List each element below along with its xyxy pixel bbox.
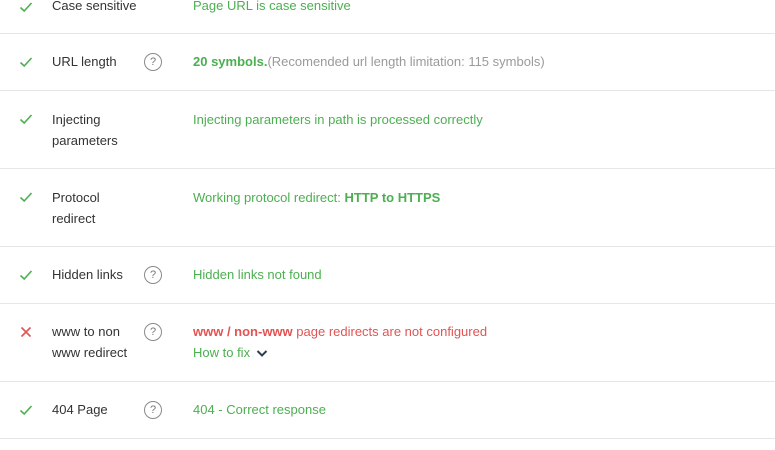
check-name: Hidden links bbox=[52, 267, 123, 282]
check-name-line: redirect bbox=[52, 211, 96, 226]
check-result: Hidden links not found bbox=[193, 267, 322, 282]
chevron-down-icon bbox=[256, 343, 268, 364]
check-name-line: Protocol bbox=[52, 190, 100, 205]
check-row-case-sensitive: Case sensitive Page URL is case sensitiv… bbox=[0, 0, 775, 34]
result-rest: page redirects are not configured bbox=[292, 324, 488, 339]
check-result: www / non-www page redirects are not con… bbox=[193, 321, 753, 364]
check-row-url-length: URL length ? 20 symbols.(Recomended url … bbox=[0, 34, 775, 91]
check-name-line: parameters bbox=[52, 133, 118, 148]
check-result: Working protocol redirect: HTTP to HTTPS bbox=[193, 187, 753, 208]
check-name: Injecting parameters bbox=[52, 109, 142, 151]
check-row-injecting-parameters: Injecting parameters Injecting parameter… bbox=[0, 91, 775, 169]
check-row-hidden-links: Hidden links ? Hidden links not found bbox=[0, 247, 775, 304]
check-name-line: www redirect bbox=[52, 345, 128, 360]
check-result: Page URL is case sensitive bbox=[193, 0, 351, 13]
check-row-www-redirect: www to non www redirect ? www / non-www … bbox=[0, 304, 775, 382]
check-icon bbox=[19, 55, 33, 69]
check-name: 404 Page bbox=[52, 402, 108, 417]
check-name: www to non www redirect bbox=[52, 321, 142, 363]
check-icon bbox=[19, 0, 33, 14]
check-name: Protocol redirect bbox=[52, 187, 142, 229]
how-to-fix-label: How to fix bbox=[193, 345, 251, 360]
check-icon bbox=[19, 112, 33, 126]
check-icon bbox=[19, 403, 33, 417]
result-message: www / non-www page redirects are not con… bbox=[193, 321, 753, 342]
result-value: HTTP to HTTPS bbox=[344, 190, 441, 205]
check-result: 20 symbols.(Recomended url length limita… bbox=[193, 51, 753, 72]
how-to-fix-link[interactable]: How to fix bbox=[193, 342, 753, 364]
help-icon[interactable]: ? bbox=[144, 53, 162, 71]
check-name: URL length bbox=[52, 54, 117, 69]
help-icon[interactable]: ? bbox=[144, 266, 162, 284]
check-name: Case sensitive bbox=[52, 0, 137, 13]
help-icon[interactable]: ? bbox=[144, 401, 162, 419]
check-result: Injecting parameters in path is processe… bbox=[193, 112, 483, 127]
check-name-line: Injecting bbox=[52, 112, 101, 127]
check-row-protocol-redirect: Protocol redirect Working protocol redir… bbox=[0, 169, 775, 247]
check-icon bbox=[19, 190, 33, 204]
check-name-line: www to non bbox=[52, 324, 120, 339]
result-note: (Recomended url length limitation: 115 s… bbox=[267, 54, 545, 69]
result-value: 20 symbols. bbox=[193, 54, 268, 69]
check-icon bbox=[19, 268, 33, 282]
result-prefix: Working protocol redirect: bbox=[193, 190, 345, 205]
check-row-404-page: 404 Page ? 404 - Correct response bbox=[0, 382, 775, 439]
help-icon[interactable]: ? bbox=[144, 323, 162, 341]
check-result: 404 - Correct response bbox=[193, 402, 326, 417]
cross-icon bbox=[19, 325, 33, 339]
result-value: www / non-www bbox=[193, 324, 293, 339]
